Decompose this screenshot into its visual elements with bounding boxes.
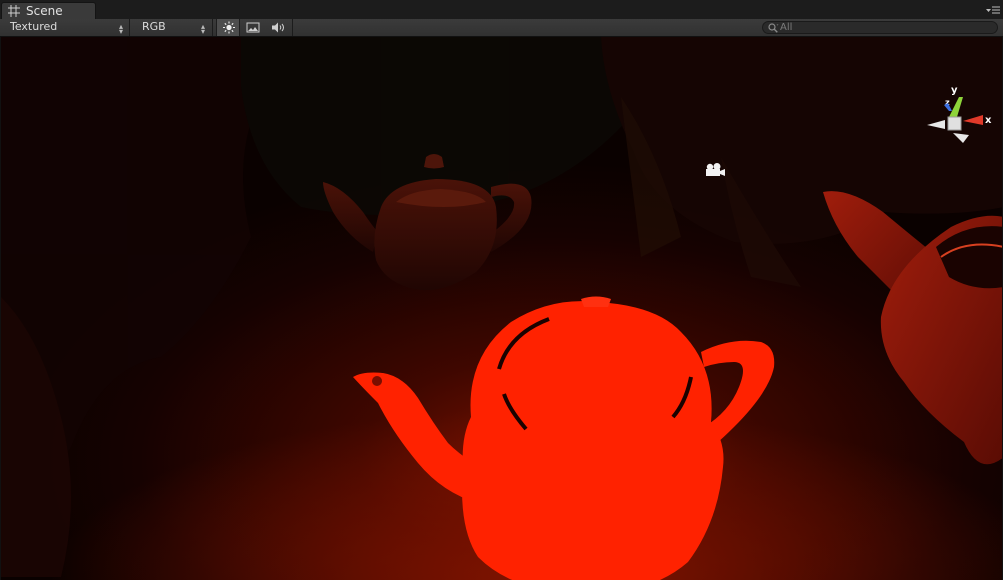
axis-label-x: x [985,115,992,126]
search-input[interactable] [780,21,980,33]
camera-icon[interactable] [705,163,725,177]
color-mode-value: RGB [142,20,166,33]
neg-x-cone [927,120,945,129]
toolbar-divider [292,19,293,36]
search-icon [768,23,779,33]
color-mode-dropdown[interactable]: RGB ▴ ▾ [132,19,211,36]
scene-toolbar: Textured ▴ ▾ RGB ▴ ▾ [0,19,1003,37]
grid-icon [8,5,20,17]
hierarchy-search[interactable] [762,21,998,34]
gizmo-center-cube [947,116,962,131]
dropdown-arrows-icon: ▴ ▾ [118,22,123,36]
y-axis-cone [949,97,963,117]
neg-y-cone [953,133,969,143]
render-mode-value: Textured [10,20,58,33]
spout-opening [372,376,382,386]
speaker-icon [272,22,284,33]
sun-icon [223,21,235,34]
tab-label: Scene [26,4,63,18]
image-icon [246,22,260,33]
x-axis-cone [963,115,983,125]
axis-label-y: y [951,85,958,96]
scene-audio-toggle[interactable] [266,19,290,36]
toolbar-divider [212,19,213,36]
tab-scene[interactable]: Scene [1,2,96,19]
scene-render [1,37,1002,580]
scene-overlay-toggle[interactable] [241,19,265,36]
render-mode-dropdown[interactable]: Textured ▴ ▾ [0,19,129,36]
orientation-gizmo[interactable]: y x z [921,81,997,151]
toolbar-divider [129,19,130,36]
scene-viewport[interactable]: y x z [0,37,1003,580]
tab-strip: Scene [0,0,1003,20]
dropdown-arrows-icon: ▴ ▾ [200,22,205,36]
panel-menu-icon[interactable] [986,5,1000,15]
scene-lighting-toggle[interactable] [216,19,240,36]
